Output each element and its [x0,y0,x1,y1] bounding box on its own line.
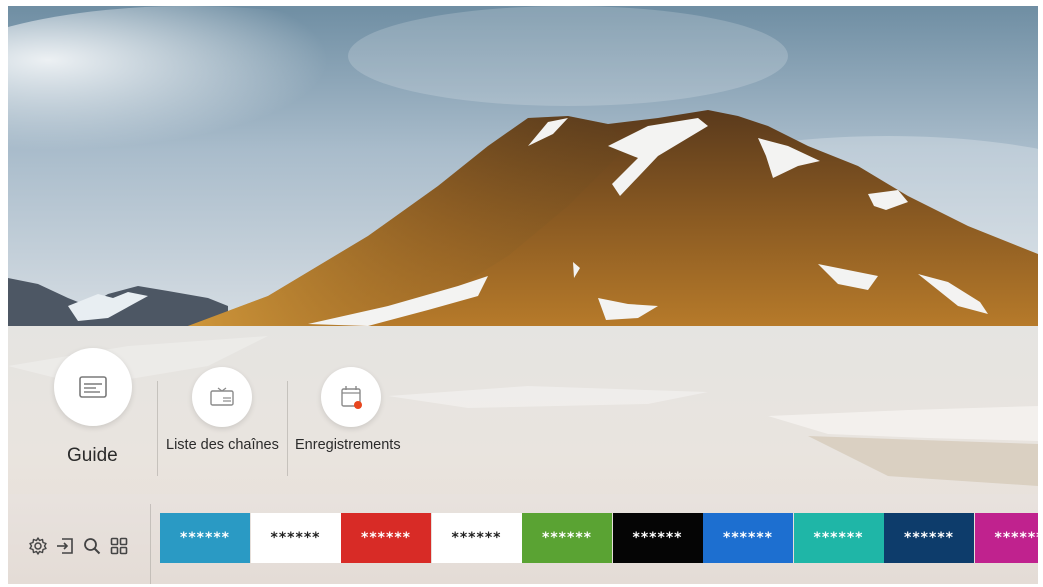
channel-list-icon [210,387,234,406]
recordings-label: Enregistrements [295,437,401,453]
menu-divider [157,381,158,476]
app-tile[interactable]: ****** [341,513,431,563]
guide-icon [79,376,107,398]
app-tile[interactable]: ****** [250,513,341,563]
menu-divider [287,381,288,476]
app-tile[interactable]: ****** [884,513,974,563]
guide-button[interactable] [54,348,132,426]
guide-label: Guide [67,445,118,466]
app-tile[interactable]: ****** [431,513,522,563]
search-icon[interactable] [82,536,102,556]
channel-list-label: Liste des chaînes [166,437,279,453]
recordings-button[interactable] [321,367,381,427]
apps-icon[interactable] [109,536,129,556]
app-tile[interactable]: ****** [160,513,250,563]
app-tile[interactable]: ****** [974,513,1038,563]
app-tile[interactable]: ****** [793,513,884,563]
recording-dot [354,401,362,409]
source-icon[interactable] [55,536,75,556]
recordings-icon [341,386,362,409]
tv-screen: Guide Liste des chaînes Enregistrements … [8,6,1038,584]
app-tile[interactable]: ****** [522,513,612,563]
channel-list-button[interactable] [192,367,252,427]
app-tile[interactable]: ****** [703,513,793,563]
background-landscape [8,6,1038,326]
app-bar-divider [150,504,151,584]
settings-icon[interactable] [28,536,48,556]
app-tile[interactable]: ****** [612,513,703,563]
